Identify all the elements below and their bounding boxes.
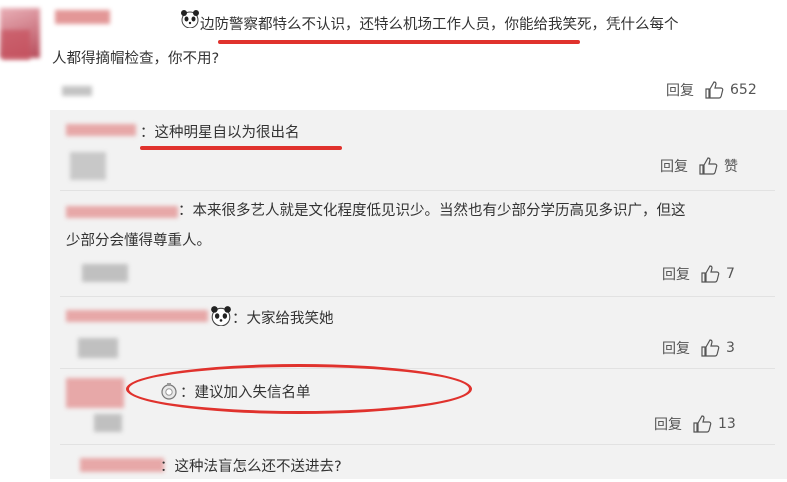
reply-button[interactable]: 回复 bbox=[660, 156, 688, 176]
like-count: 652 bbox=[730, 82, 757, 98]
like-button[interactable]: 7 bbox=[700, 265, 735, 283]
username-blurred bbox=[70, 152, 106, 180]
reply-button[interactable]: 回复 bbox=[666, 80, 694, 100]
reply-text: 少部分会懂得尊重人。 bbox=[66, 233, 211, 249]
highlight-oval bbox=[126, 364, 472, 414]
reply-button[interactable]: 回复 bbox=[662, 264, 690, 284]
like-count: 13 bbox=[718, 416, 736, 432]
highlight-underline bbox=[218, 40, 580, 44]
divider bbox=[60, 444, 775, 445]
username-blurred[interactable] bbox=[66, 378, 124, 408]
reply-text: ：大家给我笑她 bbox=[232, 311, 334, 327]
divider bbox=[60, 190, 775, 191]
username-blurred[interactable] bbox=[66, 206, 178, 218]
username-blurred bbox=[82, 264, 128, 282]
thumbs-up-icon bbox=[701, 339, 720, 357]
username-blurred[interactable] bbox=[66, 310, 208, 322]
thumbs-up-icon bbox=[693, 415, 712, 433]
reply-text: ：本来很多艺人就是文化程度低见识少。当然也有少部分学历高见多识广，但这 bbox=[178, 203, 686, 219]
username-blurred bbox=[62, 86, 92, 96]
divider bbox=[60, 296, 775, 297]
thumbs-up-icon bbox=[701, 265, 720, 283]
avatar-shadow bbox=[2, 30, 30, 60]
panda-emoji-icon bbox=[180, 10, 200, 32]
like-button[interactable]: 13 bbox=[692, 415, 736, 433]
username-blurred bbox=[78, 338, 118, 358]
like-button[interactable]: 652 bbox=[704, 81, 757, 99]
reply-actions: 回复 13 bbox=[654, 414, 736, 434]
highlight-underline bbox=[140, 146, 342, 150]
reply-actions: 回复 3 bbox=[662, 338, 735, 358]
username-blurred[interactable] bbox=[80, 458, 164, 472]
comment-actions: 回复 652 bbox=[666, 80, 757, 100]
reply-button[interactable]: 回复 bbox=[662, 338, 690, 358]
divider bbox=[60, 368, 775, 369]
panda-emoji-icon bbox=[210, 306, 232, 330]
username-blurred bbox=[94, 414, 122, 432]
like-button[interactable]: 赞 bbox=[698, 156, 738, 176]
reply-actions: 回复 赞 bbox=[660, 156, 738, 176]
like-count: 赞 bbox=[724, 159, 738, 175]
comment-text: 边防警察都特么不认识，还特么机场工作人员，你能给我笑死，凭什么每个 bbox=[200, 17, 679, 33]
thumbs-up-icon bbox=[705, 81, 724, 99]
username-blurred[interactable] bbox=[66, 124, 136, 136]
reply-text: ：这种明星自以为很出名 bbox=[140, 125, 300, 141]
reply-text: ：这种法盲怎么还不送进去? bbox=[160, 459, 342, 475]
comment-text: 人都得摘帽检查，你不用? bbox=[52, 51, 220, 67]
username-blurred[interactable] bbox=[55, 10, 110, 24]
like-count: 7 bbox=[726, 266, 735, 282]
thumbs-up-icon bbox=[699, 157, 718, 175]
reply-button[interactable]: 回复 bbox=[654, 414, 682, 434]
reply-actions: 回复 7 bbox=[662, 264, 735, 284]
like-count: 3 bbox=[726, 340, 735, 356]
like-button[interactable]: 3 bbox=[700, 339, 735, 357]
